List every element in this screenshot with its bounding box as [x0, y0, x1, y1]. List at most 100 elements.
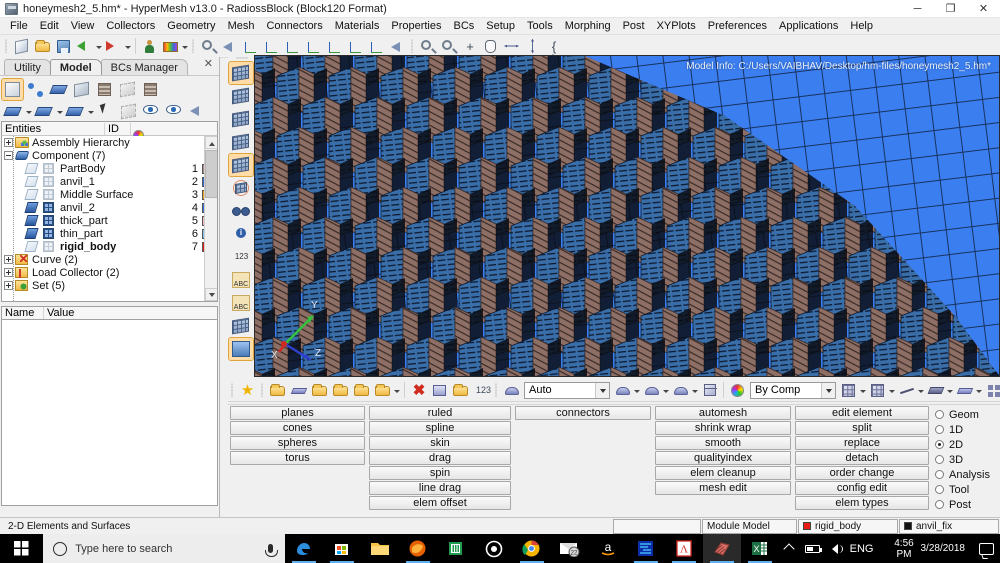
mesh-shrink-icon[interactable]: [229, 108, 253, 130]
four-square-icon[interactable]: [984, 381, 1000, 400]
pointer-icon[interactable]: [95, 101, 116, 122]
arrow-view-icon[interactable]: [388, 37, 407, 56]
panel-button-elem-types[interactable]: elem types: [795, 496, 929, 510]
cortana-icon[interactable]: [475, 534, 513, 563]
pan-icon[interactable]: [481, 37, 500, 56]
menu-geometry[interactable]: Geometry: [161, 19, 221, 33]
mesh-arrow-icon[interactable]: [229, 85, 253, 107]
reverse-icon[interactable]: [187, 101, 208, 122]
toolbar-grip-2[interactable]: [191, 37, 196, 55]
ghost-icon[interactable]: [117, 79, 138, 100]
radio-button[interactable]: [935, 425, 944, 434]
element-shade-arrow[interactable]: [691, 381, 699, 400]
menu-bcs[interactable]: BCs: [448, 19, 481, 33]
binoculars-icon[interactable]: [229, 200, 253, 222]
abbyy-icon[interactable]: [437, 534, 475, 563]
amazon-icon[interactable]: a: [589, 534, 627, 563]
isolate-icon[interactable]: [164, 101, 185, 122]
radio-analysis[interactable]: Analysis: [935, 467, 997, 482]
mesh-abc-icon[interactable]: ABC: [229, 269, 253, 291]
panel-button-spline[interactable]: spline: [369, 421, 511, 435]
menu-xyplots[interactable]: XYPlots: [651, 19, 702, 33]
mesh-toggle-icon[interactable]: [43, 188, 57, 201]
component-icon[interactable]: [48, 79, 69, 100]
maximize-button[interactable]: ❐: [934, 0, 967, 18]
tab-utility[interactable]: Utility: [4, 59, 51, 75]
radio-button[interactable]: [935, 410, 944, 419]
panel-button-smooth[interactable]: smooth: [655, 436, 791, 450]
toolbar-grip[interactable]: [4, 37, 9, 55]
expander-icon[interactable]: [4, 138, 13, 147]
include-icon[interactable]: [71, 79, 92, 100]
chevron-down-icon[interactable]: [821, 382, 835, 398]
shaded-mesh-icon[interactable]: [868, 381, 887, 400]
mesh-toggle-icon[interactable]: [43, 240, 57, 253]
radio-1d[interactable]: 1D: [935, 422, 997, 437]
shaded-mesh-arrow[interactable]: [888, 381, 896, 400]
tree-item-thin-part[interactable]: thin_part 6: [2, 227, 217, 240]
show-hide-all-icon[interactable]: [141, 101, 162, 122]
element-stack-arrow[interactable]: [946, 381, 954, 400]
panel-button-elem-cleanup[interactable]: elem cleanup: [655, 466, 791, 480]
tab-model[interactable]: Model: [49, 59, 102, 75]
menu-file[interactable]: File: [4, 19, 34, 33]
geometry-display-icon[interactable]: [2, 101, 23, 122]
stack-icon[interactable]: [140, 79, 161, 100]
geometry-toggle-icon[interactable]: [24, 175, 40, 188]
menu-edit[interactable]: Edit: [34, 19, 65, 33]
panel-button-drag[interactable]: drag: [369, 451, 511, 465]
menu-collectors[interactable]: Collectors: [100, 19, 161, 33]
tree-item-thick-part[interactable]: thick_part 5: [2, 214, 217, 227]
tree-item-middle-surface[interactable]: Middle Surface 3: [2, 188, 217, 201]
status-blank-cell[interactable]: [613, 518, 701, 534]
surface-edit-icon[interactable]: [228, 337, 254, 361]
menu-materials[interactable]: Materials: [329, 19, 386, 33]
language-indicator[interactable]: ENG: [844, 543, 880, 555]
mesh-toggle-icon[interactable]: [43, 175, 57, 188]
line-icon[interactable]: [897, 381, 916, 400]
zx-view-icon[interactable]: [283, 37, 302, 56]
mesh-display-icon[interactable]: [64, 101, 85, 122]
organize-dropdown-arrow[interactable]: [393, 381, 401, 400]
organize-icon[interactable]: [373, 381, 392, 400]
panel-button-mesh-edit[interactable]: mesh edit: [655, 481, 791, 495]
open-model-icon[interactable]: [12, 37, 31, 56]
yx-view-icon[interactable]: [325, 37, 344, 56]
zoom-fit-icon[interactable]: [199, 37, 218, 56]
xz-view-icon[interactable]: [304, 37, 323, 56]
color-toolbar-grip[interactable]: [494, 381, 499, 399]
tree-scrollbar[interactable]: [204, 136, 217, 301]
excel-icon[interactable]: X: [741, 534, 779, 563]
geometry-toggle-icon[interactable]: [24, 240, 40, 253]
solver-icon[interactable]: [627, 534, 665, 563]
status-current-component[interactable]: rigid_body: [798, 518, 898, 534]
panel-button-split[interactable]: split: [795, 421, 929, 435]
xy-view-icon[interactable]: [241, 37, 260, 56]
menu-tools[interactable]: Tools: [521, 19, 559, 33]
menu-connectors[interactable]: Connectors: [260, 19, 328, 33]
tree-item-anvil-2[interactable]: anvil_2 4: [2, 201, 217, 214]
plate-icon[interactable]: [955, 381, 974, 400]
menu-applications[interactable]: Applications: [773, 19, 844, 33]
menu-post[interactable]: Post: [617, 19, 651, 33]
menu-morphing[interactable]: Morphing: [559, 19, 617, 33]
panel-button-automesh[interactable]: automesh: [655, 406, 791, 420]
tree-item-component-group[interactable]: Component (7): [2, 149, 217, 162]
panel-button-config-edit[interactable]: config edit: [795, 481, 929, 495]
user-profile-icon[interactable]: [140, 37, 159, 56]
load-collector-icon[interactable]: [94, 79, 115, 100]
menu-preferences[interactable]: Preferences: [702, 19, 773, 33]
minimize-button[interactable]: ─: [901, 0, 934, 18]
assign-icon[interactable]: [331, 381, 350, 400]
panel-button-planes[interactable]: planes: [230, 406, 365, 420]
chevron-down-icon[interactable]: [595, 382, 609, 398]
panel-button-spin[interactable]: spin: [369, 466, 511, 480]
start-button-icon[interactable]: [0, 534, 43, 563]
rotate-view-icon[interactable]: [367, 37, 386, 56]
mesh-toggle-icon[interactable]: [43, 201, 57, 214]
zoom-out-icon[interactable]: [418, 37, 437, 56]
menu-properties[interactable]: Properties: [385, 19, 447, 33]
edge-icon[interactable]: [285, 534, 323, 563]
plate-arrow[interactable]: [975, 381, 983, 400]
adobe-reader-icon[interactable]: Λ: [665, 534, 703, 563]
